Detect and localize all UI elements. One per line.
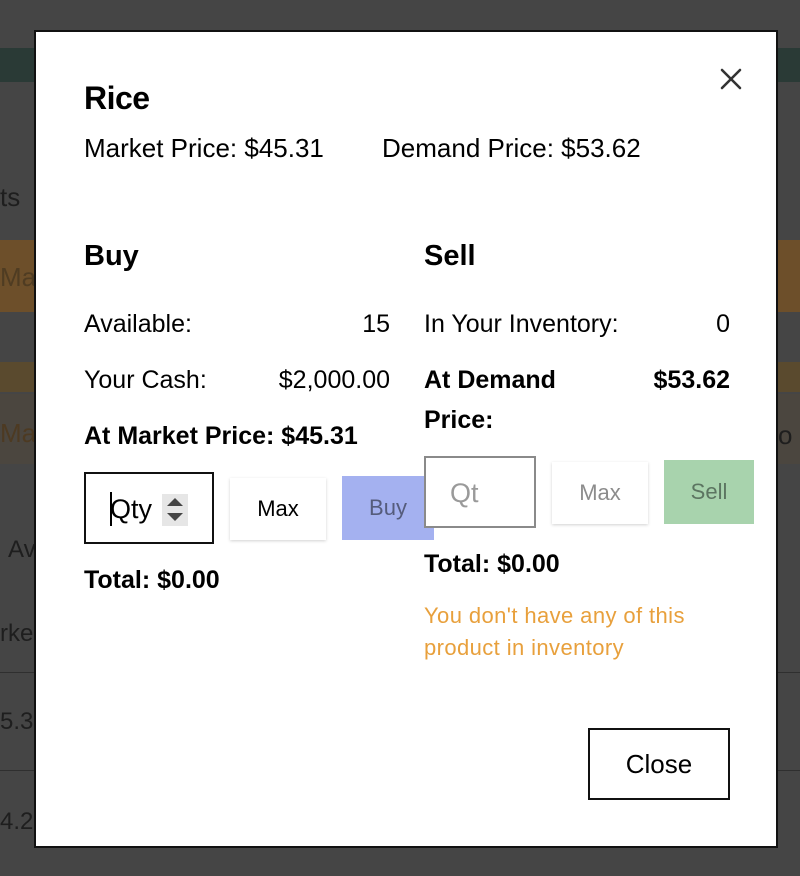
close-icon[interactable] <box>718 66 744 92</box>
cash-label: Your Cash: <box>84 366 207 394</box>
background-text: rke <box>0 620 34 647</box>
buy-button[interactable]: Buy <box>342 476 434 540</box>
background-text: 4.2 <box>0 808 34 835</box>
sell-quantity-input[interactable]: Qt <box>424 456 536 528</box>
buy-quantity-placeholder: Qty <box>110 494 153 524</box>
inventory-warning: You don't have any of this product in in… <box>424 603 685 660</box>
modal-title: Rice <box>84 80 150 116</box>
available-value: 15 <box>362 310 390 338</box>
inventory-value: 0 <box>716 310 730 338</box>
buy-total: Total: $0.00 <box>84 566 220 594</box>
close-button[interactable]: Close <box>588 728 730 800</box>
sell-price-label-line2: Price: <box>424 406 494 434</box>
sell-button[interactable]: Sell <box>664 460 754 524</box>
demand-price: Demand Price: $53.62 <box>382 133 641 163</box>
background-text: o <box>778 420 793 450</box>
background-text: Ma <box>0 262 37 292</box>
buy-max-button[interactable]: Max <box>230 478 326 540</box>
inventory-label: In Your Inventory: <box>424 310 619 338</box>
buy-quantity-input[interactable]: Qty <box>84 472 214 544</box>
background-text: Av <box>8 536 36 563</box>
buy-price-label: At Market Price: $45.31 <box>84 422 358 450</box>
stepper-down-icon[interactable] <box>167 513 183 521</box>
sell-max-button[interactable]: Max <box>552 462 648 524</box>
trade-modal: Rice Market Price: $45.31 Demand Price: … <box>34 30 778 848</box>
stepper-up-icon[interactable] <box>167 498 183 506</box>
sell-total: Total: $0.00 <box>424 550 560 578</box>
buy-heading: Buy <box>84 240 139 272</box>
sell-heading: Sell <box>424 240 476 272</box>
quantity-stepper[interactable] <box>162 494 188 526</box>
available-label: Available: <box>84 310 192 338</box>
sell-price-label: At Demand <box>424 366 556 394</box>
background-text: ts <box>0 182 21 212</box>
market-price: Market Price: $45.31 <box>84 133 324 163</box>
background-text: Ma <box>0 418 37 448</box>
sell-price-value: $53.62 <box>653 366 730 394</box>
background-text: 5.3 <box>0 708 34 735</box>
sell-quantity-placeholder: Qt <box>450 478 479 508</box>
cash-value: $2,000.00 <box>278 366 390 394</box>
